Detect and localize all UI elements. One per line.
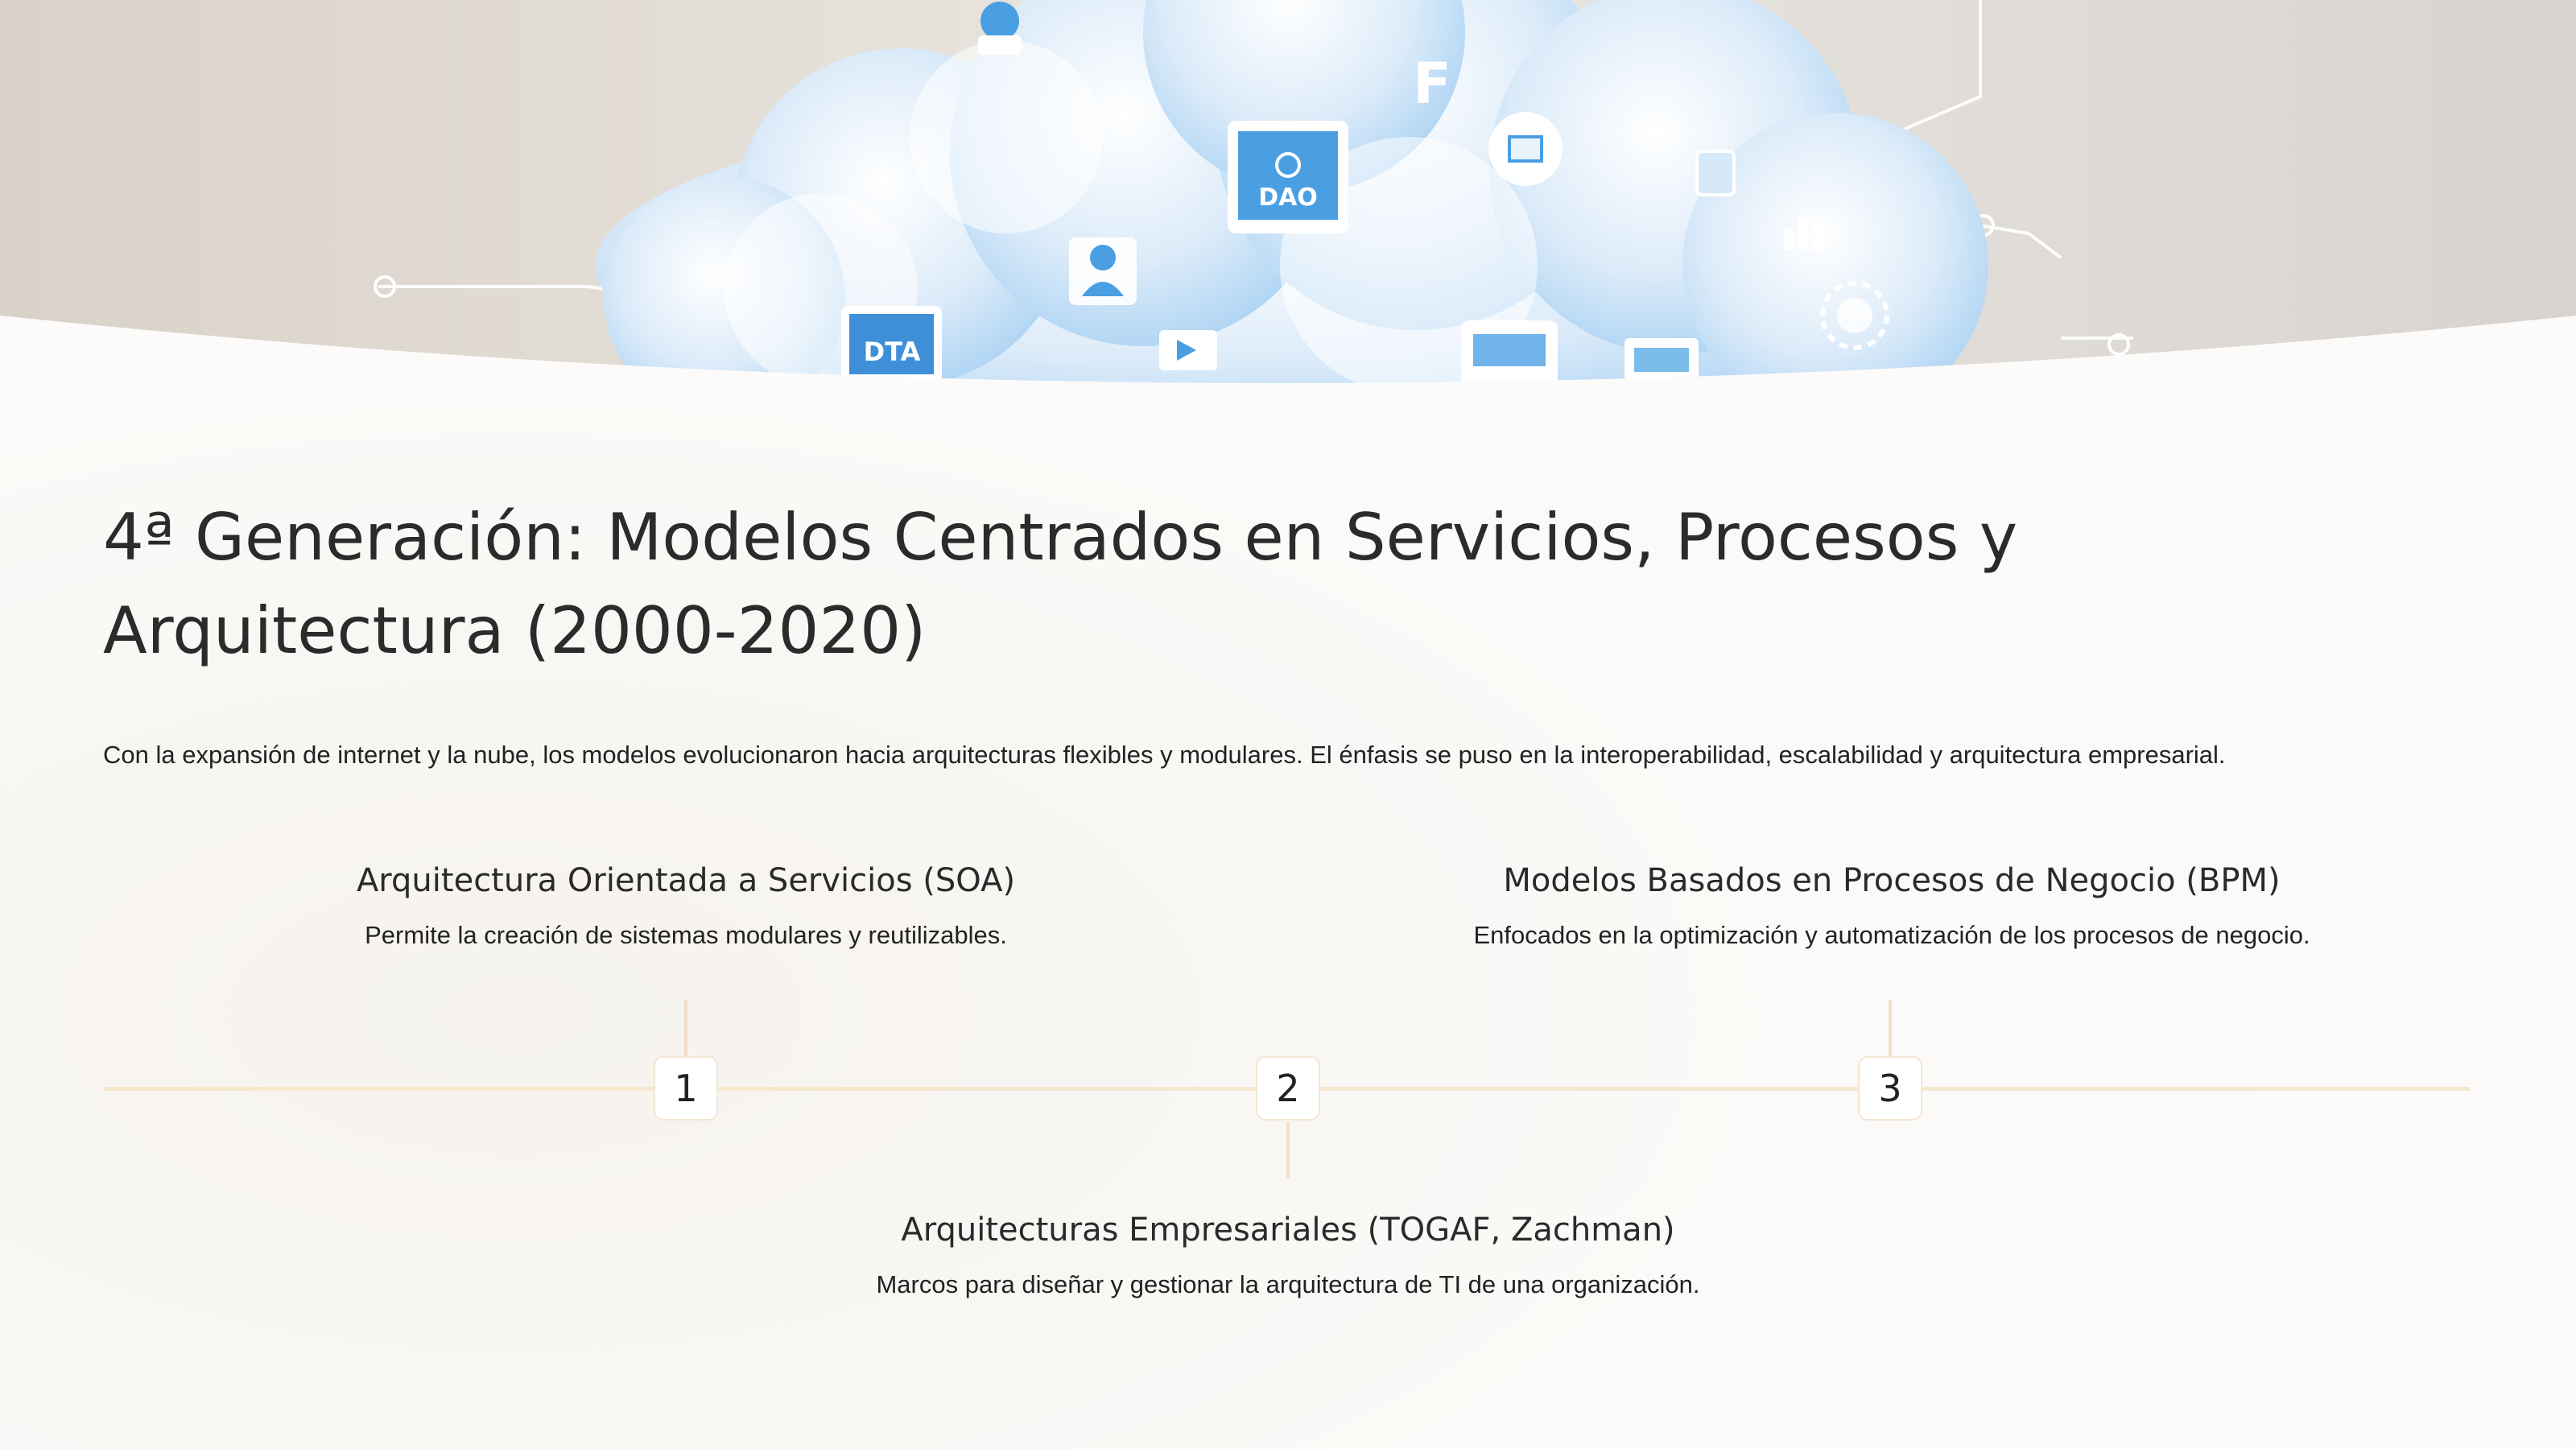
timeline-marker-3: 3 <box>1858 1056 1922 1121</box>
svg-text:DAO: DAO <box>1258 184 1318 212</box>
header-banner: DAO DTA F <box>0 0 2576 386</box>
item-heading: Modelos Basados en Procesos de Negocio (… <box>1503 862 2281 899</box>
letter-f-icon: F <box>1413 51 1451 117</box>
timeline-connector <box>684 1000 687 1056</box>
page-title: 4ª Generación: Modelos Centrados en Serv… <box>103 500 2018 668</box>
monitor-icon: DAO <box>1228 121 1348 233</box>
clipboard-icon <box>1695 150 1736 196</box>
item-heading: Arquitecturas Empresariales (TOGAF, Zach… <box>901 1212 1675 1249</box>
timeline-marker-2: 2 <box>1256 1056 1320 1121</box>
item-heading: Arquitectura Orientada a Servicios (SOA) <box>356 862 1016 899</box>
user-icon <box>1069 237 1137 305</box>
svg-text:DTA: DTA <box>864 336 921 367</box>
item-description: Marcos para diseñar y gestionar la arqui… <box>876 1270 1700 1298</box>
timeline-connector <box>1286 1122 1290 1179</box>
cloud-technology-illustration: DAO DTA F <box>0 0 2576 386</box>
play-icon <box>1159 330 1217 370</box>
user-icon-top <box>978 2 1022 55</box>
timeline-item-1: Arquitectura Orientada a Servicios (SOA)… <box>259 858 1113 953</box>
timeline-item-2: Arquitecturas Empresariales (TOGAF, Zach… <box>773 1208 1803 1302</box>
monitor-icon-small: DTA <box>841 306 942 382</box>
timeline-item-3: Modelos Basados en Procesos de Negocio (… <box>1393 858 2391 953</box>
intro-paragraph: Con la expansión de internet y la nube, … <box>103 741 2226 769</box>
item-description: Permite la creación de sistemas modulare… <box>365 921 1007 949</box>
chart-icon <box>1488 112 1563 186</box>
timeline-connector <box>1889 1000 1892 1056</box>
timeline-marker-1: 1 <box>654 1056 718 1121</box>
keyboard-icon <box>1461 320 1558 386</box>
item-description: Enfocados en la optimización y automatiz… <box>1473 921 2310 949</box>
